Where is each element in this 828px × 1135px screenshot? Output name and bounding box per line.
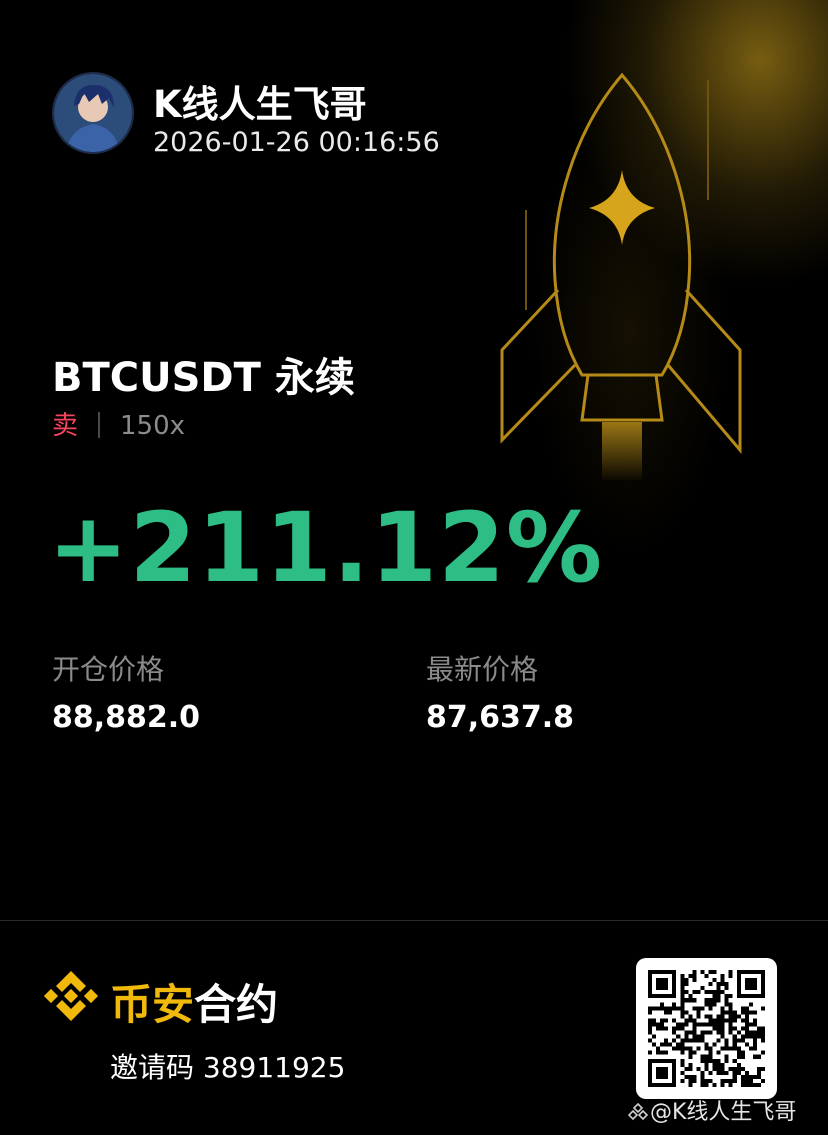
invite-value: 38911925 (202, 1051, 346, 1084)
leverage-label: 150x (120, 411, 186, 441)
meta-divider (98, 412, 101, 438)
brand-name: 币安合约 (110, 971, 278, 1032)
binance-logo-icon (43, 971, 99, 1021)
username: K线人生飞哥 (153, 83, 367, 126)
contract-symbol: BTCUSDT 永续 (52, 355, 355, 401)
entry-price-label: 开仓价格 (52, 653, 165, 686)
rocket-icon (500, 72, 742, 480)
watermark: @K线人生飞哥 (628, 1094, 796, 1126)
timestamp: 2026-01-26 00:16:56 (153, 127, 440, 158)
brand-name-part1: 币安 (110, 980, 195, 1029)
latest-price-label: 最新价格 (426, 653, 539, 686)
position-meta: 卖 150x (52, 405, 185, 442)
qr-code-card[interactable] (636, 958, 777, 1099)
qr-code-icon (648, 970, 765, 1087)
footer-divider (0, 920, 828, 921)
latest-price-value: 87,637.8 (426, 700, 575, 735)
pnl-percent: +211.12% (48, 492, 604, 604)
invite-label: 邀请码 (110, 1051, 195, 1084)
side-badge: 卖 (52, 411, 79, 441)
watermark-logo-icon (628, 1102, 648, 1121)
watermark-text: @K线人生飞哥 (650, 1100, 797, 1125)
entry-price-value: 88,882.0 (52, 700, 201, 735)
brand-name-part2: 合约 (194, 980, 279, 1029)
invite-code: 邀请码 38911925 (110, 1046, 345, 1086)
avatar[interactable] (52, 72, 134, 154)
